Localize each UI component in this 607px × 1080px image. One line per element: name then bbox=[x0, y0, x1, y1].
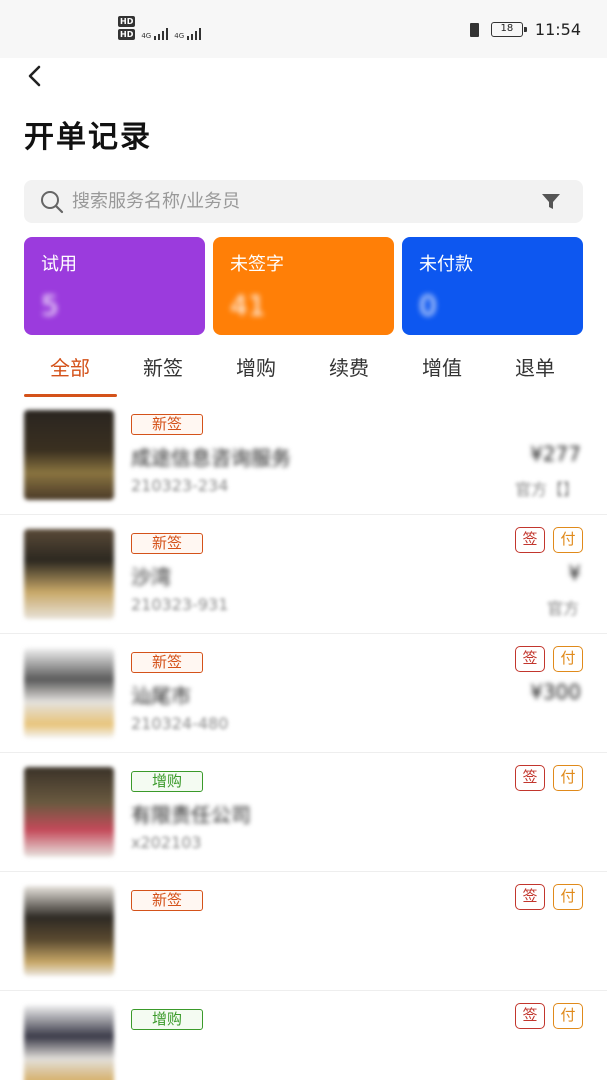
pay-status-badge: 付 bbox=[553, 527, 583, 553]
tab-upgrade[interactable]: 增购 bbox=[216, 352, 296, 381]
record-name: 有限责任公司 bbox=[131, 803, 251, 827]
order-number: x202103 bbox=[131, 833, 202, 852]
thumbnail bbox=[24, 1005, 114, 1080]
sign-status-badge: 签 bbox=[515, 1003, 545, 1029]
tab-renewal[interactable]: 续费 bbox=[309, 352, 389, 381]
thumbnail bbox=[24, 767, 114, 857]
tab-all[interactable]: 全部 bbox=[30, 352, 110, 381]
order-number: 210324-480 bbox=[131, 714, 229, 733]
tab-value-added[interactable]: 增值 bbox=[402, 352, 482, 381]
search-input[interactable] bbox=[72, 180, 532, 223]
record-amount: ¥277 bbox=[530, 442, 581, 466]
sign-status-badge: 签 bbox=[515, 765, 545, 791]
status-badge: 增购 bbox=[131, 771, 204, 792]
card-label: 试用 bbox=[41, 254, 77, 275]
record-amount: ¥300 bbox=[530, 680, 581, 704]
hd-badge: HD bbox=[118, 16, 136, 27]
thumbnail bbox=[24, 410, 114, 500]
signal-icon: 4G bbox=[141, 28, 169, 40]
card-count: 0 bbox=[419, 289, 437, 322]
list-item[interactable]: 新签 签 付 bbox=[0, 872, 607, 991]
card-count: 5 bbox=[41, 289, 59, 322]
page-title: 开单记录 bbox=[24, 120, 152, 155]
unpaid-card[interactable]: 未付款 0 bbox=[402, 237, 583, 335]
list-item[interactable]: 增购 签 付 有限责任公司 x202103 bbox=[0, 753, 607, 872]
status-badge: 新签 bbox=[131, 890, 204, 911]
pay-status-badge: 付 bbox=[553, 765, 583, 791]
tab-new-sign[interactable]: 新签 bbox=[123, 352, 203, 381]
tab-refund[interactable]: 退单 bbox=[495, 352, 575, 381]
card-label: 未付款 bbox=[419, 254, 473, 275]
unsigned-card[interactable]: 未签字 41 bbox=[213, 237, 394, 335]
hd-badge: HD bbox=[118, 29, 136, 40]
search-icon bbox=[41, 191, 64, 214]
sign-status-badge: 签 bbox=[515, 527, 545, 553]
list-item[interactable]: 新签 签 付 汕尾市 ¥300 210324-480 bbox=[0, 634, 607, 753]
record-source: 官方【】 bbox=[514, 480, 579, 499]
status-bar: HD HD 4G 4G 18 11:54 bbox=[0, 0, 607, 58]
pay-status-badge: 付 bbox=[553, 1003, 583, 1029]
filter-icon[interactable] bbox=[541, 193, 561, 211]
status-badge: 新签 bbox=[131, 652, 204, 673]
card-label: 未签字 bbox=[230, 254, 284, 275]
status-badge: 新签 bbox=[131, 533, 204, 554]
thumbnail bbox=[24, 648, 114, 738]
order-number: 210323-931 bbox=[131, 595, 229, 614]
back-arrow-icon[interactable] bbox=[22, 62, 52, 92]
sign-status-badge: 签 bbox=[515, 646, 545, 672]
sign-status-badge: 签 bbox=[515, 884, 545, 910]
record-amount: ¥ bbox=[568, 561, 581, 585]
sim-icon bbox=[469, 22, 479, 37]
record-name: 沙湾 bbox=[131, 565, 171, 589]
thumbnail bbox=[24, 886, 114, 976]
list-item[interactable]: 新签 成途信息咨询服务 ¥277 210323-234 官方【】 bbox=[0, 396, 607, 515]
record-name: 成途信息咨询服务 bbox=[131, 446, 291, 470]
pay-status-badge: 付 bbox=[553, 884, 583, 910]
category-tabs: 全部 新签 增购 续费 增值 退单 bbox=[0, 346, 607, 397]
signal-icon: 4G bbox=[174, 28, 202, 40]
status-badge: 增购 bbox=[131, 1009, 204, 1030]
pay-status-badge: 付 bbox=[553, 646, 583, 672]
battery-icon: 18 bbox=[490, 22, 527, 37]
order-number: 210323-234 bbox=[131, 476, 229, 495]
network-indicators: HD HD 4G 4G bbox=[118, 16, 202, 40]
clock: 11:54 bbox=[534, 20, 581, 39]
record-list: 新签 成途信息咨询服务 ¥277 210323-234 官方【】 新签 签 付 … bbox=[0, 396, 607, 1080]
search-bar bbox=[24, 180, 583, 223]
status-badge: 新签 bbox=[131, 414, 204, 435]
list-item[interactable]: 增购 签 付 bbox=[0, 991, 607, 1080]
thumbnail bbox=[24, 529, 114, 619]
card-count: 41 bbox=[230, 289, 266, 322]
list-item[interactable]: 新签 签 付 沙湾 ¥ 210323-931 官方 bbox=[0, 515, 607, 634]
trial-card[interactable]: 试用 5 bbox=[24, 237, 205, 335]
record-name: 汕尾市 bbox=[131, 684, 191, 708]
record-source: 官方 bbox=[546, 599, 579, 618]
